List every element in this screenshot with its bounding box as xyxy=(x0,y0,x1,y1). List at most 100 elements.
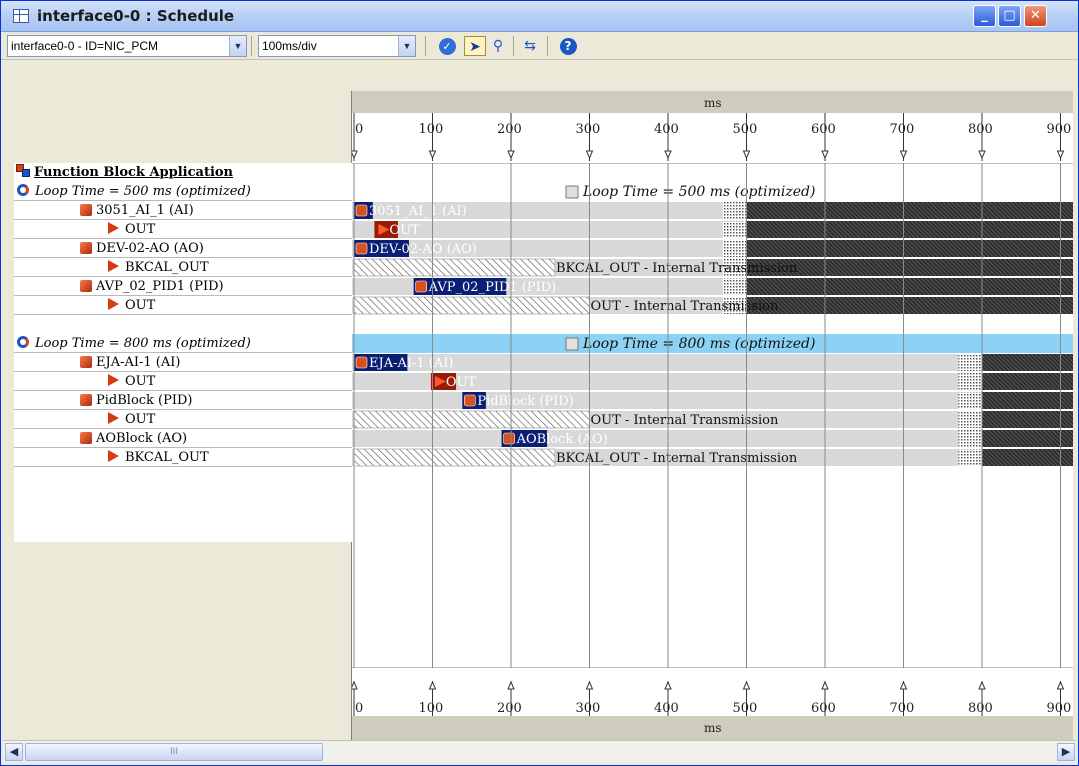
tree-row-label: AOBlock (AO) xyxy=(96,431,188,446)
tree-output-parameter[interactable]: OUT xyxy=(108,296,155,315)
transmission-label: OUT - Internal Transmission xyxy=(591,413,779,428)
interface-select[interactable]: interface0-0 - ID=NIC_PCM ▼ xyxy=(7,35,247,57)
scrollbar-grip: III xyxy=(170,747,178,757)
tree-row-label: BKCAL_OUT xyxy=(125,260,209,275)
function-block-tree: Function Block Application Loop Time = 5… xyxy=(14,163,1064,542)
function-block-icon xyxy=(80,242,92,254)
tree-output-parameter[interactable]: OUT xyxy=(108,220,155,239)
window-title: interface0-0 : Schedule xyxy=(37,7,235,25)
cycle-busy-hatch xyxy=(982,449,1073,466)
pointer-icon[interactable]: ➤ xyxy=(464,36,486,56)
ruler-tick-label-top: 900 xyxy=(1047,122,1072,137)
function-block-icon xyxy=(355,356,368,369)
tree-row-label: OUT xyxy=(125,298,156,313)
tree-function-block[interactable]: EJA-AI-1 (AI) xyxy=(80,353,180,372)
tree-row-label: OUT xyxy=(125,222,156,237)
transmission-bar[interactable] xyxy=(353,410,590,429)
tree-loop-time[interactable]: Loop Time = 500 ms (optimized) xyxy=(16,182,251,201)
schedule-timeline[interactable]: Loop Time = 500 ms (optimized) 3051_AI_1 … xyxy=(352,91,1073,740)
ruler-tick-label-bottom: 800 xyxy=(968,701,993,716)
schedule-window: interface0-0 : Schedule _ □ ✕ interface0… xyxy=(0,0,1079,766)
ruler-tick-label-bottom: 700 xyxy=(890,701,915,716)
cycle-busy-hatch xyxy=(746,221,1073,238)
tree-output-parameter[interactable]: OUT xyxy=(108,410,155,429)
block-label: OUT xyxy=(446,375,477,390)
toolbar-separator xyxy=(251,36,252,56)
function-block-icon xyxy=(503,432,515,445)
tree-function-block[interactable]: DEV-02-AO (AO) xyxy=(80,239,204,258)
scroll-right-icon[interactable]: ▶ xyxy=(1057,743,1075,761)
cycle-boundary-mark xyxy=(958,430,982,447)
cycle-busy-hatch xyxy=(746,297,1073,314)
scroll-left-icon[interactable]: ◀ xyxy=(5,743,23,761)
ruler-bottom-ticks xyxy=(352,668,1073,716)
ruler-tick-label-bottom: 600 xyxy=(811,701,836,716)
ruler-tick-label-top: 100 xyxy=(419,122,444,137)
ruler-tick-label-bottom: 900 xyxy=(1047,701,1072,716)
transmission-bar[interactable] xyxy=(353,258,556,277)
cycle-boundary-mark xyxy=(722,202,747,219)
tree-output-parameter[interactable]: OUT xyxy=(108,372,155,391)
ruler-tick-label-bottom: 200 xyxy=(497,701,522,716)
function-block-application-icon xyxy=(16,164,32,178)
optimize-icon[interactable]: ⇆ xyxy=(519,36,541,56)
tree-output-parameter[interactable]: BKCAL_OUT xyxy=(108,448,209,467)
user-search-icon[interactable]: ⚲ xyxy=(487,36,509,56)
tree-root[interactable]: Function Block Application xyxy=(16,163,233,182)
toolbar-separator xyxy=(425,36,426,56)
loop-checkbox-icon[interactable] xyxy=(565,185,579,199)
loop-time-label: Loop Time = 800 ms (optimized) xyxy=(582,336,815,352)
horizontal-scrollbar[interactable]: ◀ III ▶ xyxy=(3,740,1076,762)
schedule-app-icon xyxy=(13,9,29,23)
ruler-tick-label-top: 0 xyxy=(355,122,363,137)
function-block-icon xyxy=(80,280,92,292)
time-scale-select-value: 100ms/div xyxy=(262,39,317,53)
timeline-chart: Loop Time = 500 ms (optimized) 3051_AI_1 … xyxy=(352,91,1073,740)
tree-function-block[interactable]: 3051_AI_1 (AI) xyxy=(80,201,194,220)
cycle-busy-hatch xyxy=(982,430,1073,447)
ruler-unit-label-bottom: ms xyxy=(704,721,722,735)
cycle-boundary-mark xyxy=(958,354,982,371)
ruler-tick-label-top: 300 xyxy=(576,122,601,137)
help-icon[interactable]: ? xyxy=(557,36,579,56)
toolbar-separator xyxy=(547,36,548,56)
minimize-button[interactable]: _ xyxy=(973,5,996,27)
block-label: AOBlock (AO) xyxy=(516,432,608,447)
tree-loop-time[interactable]: Loop Time = 800 ms (optimized) xyxy=(16,334,251,353)
function-block-icon xyxy=(80,394,92,406)
function-block-icon xyxy=(80,356,92,368)
ruler-tick-label-top: 200 xyxy=(497,122,522,137)
transmission-label: BKCAL_OUT - Internal Transmission xyxy=(556,261,798,276)
check-schedule-icon[interactable]: ✓ xyxy=(436,36,458,56)
tree-function-block[interactable]: AVP_02_PID1 (PID) xyxy=(80,277,224,296)
transmission-bar[interactable] xyxy=(353,296,590,315)
interface-select-value: interface0-0 - ID=NIC_PCM xyxy=(11,39,159,53)
tree-output-parameter[interactable]: BKCAL_OUT xyxy=(108,258,209,277)
tree-function-block[interactable]: PidBlock (PID) xyxy=(80,391,193,410)
tree-row-label: EJA-AI-1 (AI) xyxy=(96,355,181,370)
output-arrow-icon xyxy=(108,222,119,234)
cycle-busy-hatch xyxy=(982,373,1073,390)
transmission-bar[interactable] xyxy=(353,448,556,467)
time-scale-select[interactable]: 100ms/div ▼ xyxy=(258,35,416,57)
ruler-tick-label-bottom: 100 xyxy=(419,701,444,716)
maximize-button[interactable]: □ xyxy=(998,5,1021,27)
loop-checkbox-icon[interactable] xyxy=(565,337,579,351)
tree-row-label: OUT xyxy=(125,412,156,427)
scrollbar-thumb[interactable]: III xyxy=(25,743,323,761)
chevron-down-icon[interactable]: ▼ xyxy=(229,36,246,56)
toolbar: interface0-0 - ID=NIC_PCM ▼ 100ms/div ▼ … xyxy=(1,32,1078,60)
output-arrow-icon xyxy=(108,374,119,386)
ruler-tick-label-top: 600 xyxy=(811,122,836,137)
block-label: 3051_AI_1 (AI) xyxy=(369,204,467,219)
ruler-top-ticks xyxy=(352,113,1073,163)
close-button[interactable]: ✕ xyxy=(1024,5,1047,27)
transmission-label: BKCAL_OUT - Internal Transmission xyxy=(556,451,798,466)
tree-row-label: DEV-02-AO (AO) xyxy=(96,241,204,256)
block-label: EJA-AI-1 (AI) xyxy=(369,356,453,371)
title-bar[interactable]: interface0-0 : Schedule _ □ ✕ xyxy=(1,1,1078,32)
tree-function-block[interactable]: AOBlock (AO) xyxy=(80,429,187,448)
chevron-down-icon[interactable]: ▼ xyxy=(398,36,415,56)
function-block-icon xyxy=(415,280,427,293)
tree-row-label: AVP_02_PID1 (PID) xyxy=(96,279,224,294)
